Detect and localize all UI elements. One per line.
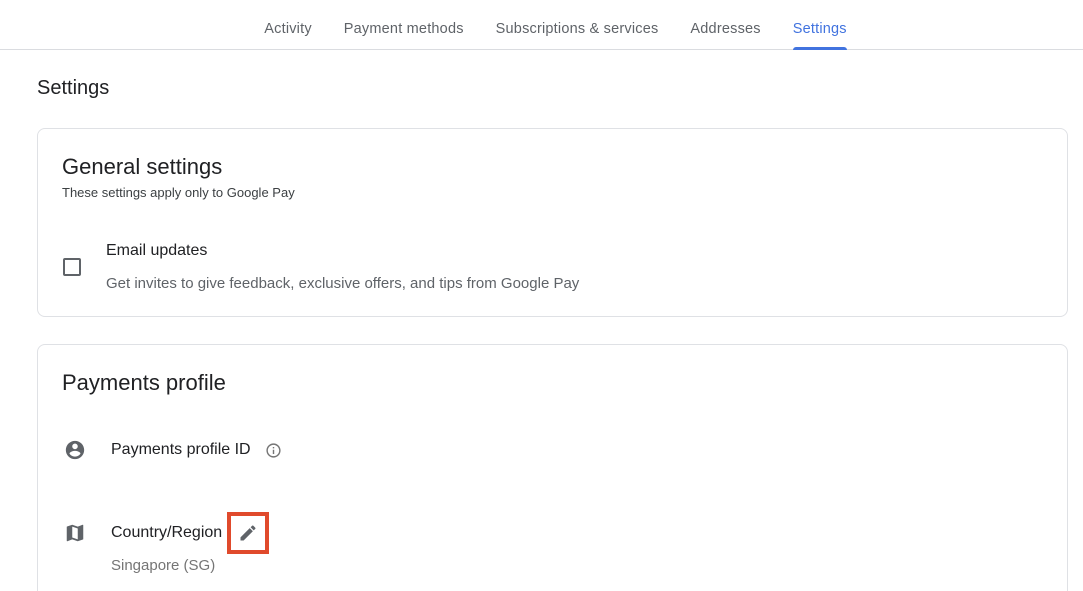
payments-profile-id-row: Payments profile ID <box>64 439 1043 461</box>
pencil-icon <box>238 523 258 543</box>
email-updates-checkbox[interactable] <box>63 258 81 276</box>
tab-subscriptions-services[interactable]: Subscriptions & services <box>496 0 659 49</box>
settings-page: Settings General settings These settings… <box>0 77 1083 591</box>
email-updates-label: Email updates <box>106 241 579 261</box>
tab-payment-methods[interactable]: Payment methods <box>344 0 464 49</box>
country-region-line: Country/Region <box>111 512 269 554</box>
email-updates-description: Get invites to give feedback, exclusive … <box>106 274 579 293</box>
email-updates-text: Email updates Get invites to give feedba… <box>106 241 579 293</box>
payments-profile-id-label: Payments profile ID <box>111 441 251 459</box>
country-region-label: Country/Region <box>111 524 222 542</box>
account-circle-icon <box>64 439 86 461</box>
general-settings-card: General settings These settings apply on… <box>37 128 1068 317</box>
general-settings-title: General settings <box>62 153 1043 181</box>
tab-bar: Activity Payment methods Subscriptions &… <box>0 0 1083 50</box>
tab-settings[interactable]: Settings <box>793 0 847 49</box>
info-outline-icon[interactable] <box>265 442 282 459</box>
page-title: Settings <box>37 77 1068 100</box>
country-region-value: Singapore (SG) <box>111 557 269 575</box>
tab-activity[interactable]: Activity <box>264 0 312 49</box>
country-region-row: Country/Region Singapore (SG) <box>64 512 1043 575</box>
payments-profile-title: Payments profile <box>62 369 1043 397</box>
tab-addresses[interactable]: Addresses <box>690 0 760 49</box>
map-icon <box>64 522 86 544</box>
edit-country-button[interactable] <box>227 512 269 554</box>
payments-profile-card: Payments profile Payments profile ID <box>37 344 1068 591</box>
general-settings-subtitle: These settings apply only to Google Pay <box>62 185 1043 201</box>
email-updates-row: Email updates Get invites to give feedba… <box>62 241 1043 293</box>
country-region-text: Country/Region Singapore (SG) <box>111 512 269 575</box>
